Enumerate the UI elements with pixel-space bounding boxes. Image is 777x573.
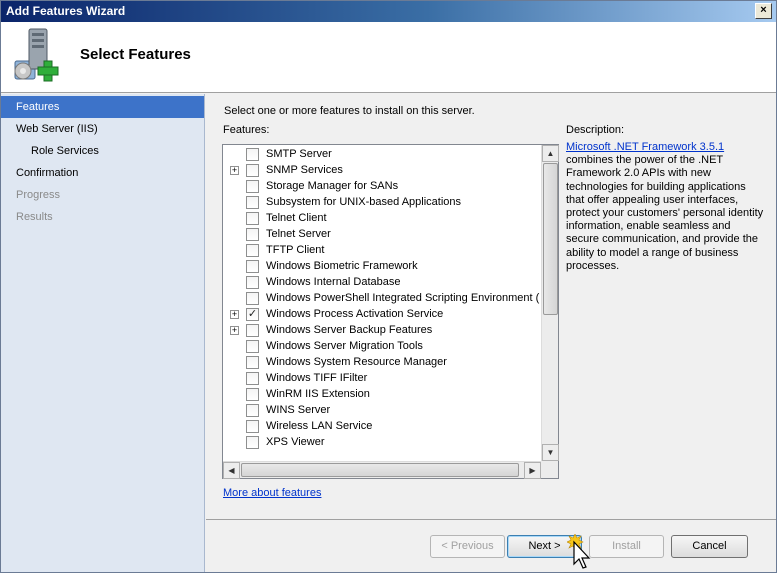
feature-checkbox[interactable]	[246, 436, 259, 449]
feature-checkbox[interactable]	[246, 388, 259, 401]
feature-checkbox[interactable]	[246, 196, 259, 209]
feature-checkbox[interactable]	[246, 356, 259, 369]
feature-label: Windows Server Migration Tools	[266, 340, 423, 352]
feature-label: Storage Manager for SANs	[266, 180, 399, 192]
feature-row[interactable]: Windows TIFF IFilter	[223, 370, 540, 386]
feature-checkbox[interactable]	[246, 260, 259, 273]
feature-label: WINS Server	[266, 404, 331, 416]
feature-row[interactable]: Storage Manager for SANs	[223, 178, 540, 194]
feature-row[interactable]: WinRM IIS Extension	[223, 386, 540, 402]
wizard-footer: < Previous Next > Install Cancel	[206, 519, 776, 572]
previous-button: < Previous	[430, 535, 505, 558]
feature-checkbox[interactable]	[246, 340, 259, 353]
feature-label: Windows Server Backup Features	[266, 324, 433, 336]
server-add-features-icon	[14, 28, 59, 82]
instruction-text: Select one or more features to install o…	[224, 105, 475, 117]
feature-row[interactable]: SMTP Server	[223, 146, 540, 162]
scroll-up-button[interactable]: ▲	[542, 145, 559, 162]
feature-label: Windows PowerShell Integrated Scripting …	[266, 292, 540, 304]
feature-label: Windows Process Activation Service	[266, 308, 444, 320]
feature-checkbox[interactable]: ✓	[246, 308, 259, 321]
features-tree[interactable]: SMTP Server + SNMP Services Storage Manager…	[222, 144, 559, 479]
sidebar-item-features[interactable]: Features	[1, 96, 204, 118]
feature-checkbox[interactable]	[246, 164, 259, 177]
cancel-button[interactable]: Cancel	[671, 535, 748, 558]
feature-checkbox[interactable]	[246, 324, 259, 337]
close-button[interactable]: ×	[755, 3, 772, 19]
page-title: Select Features	[80, 46, 191, 63]
feature-row[interactable]: WINS Server	[223, 402, 540, 418]
wizard-steps-sidebar: Features Web Server (IIS) Role Services …	[1, 94, 205, 572]
feature-label: Windows Biometric Framework	[266, 260, 418, 272]
feature-label: Telnet Client	[266, 212, 327, 224]
feature-label: Wireless LAN Service	[266, 420, 373, 432]
feature-label: Windows Internal Database	[266, 276, 401, 288]
features-list: SMTP Server + SNMP Services Storage Manager…	[223, 145, 540, 460]
feature-row[interactable]: Windows PowerShell Integrated Scripting …	[223, 290, 540, 306]
vertical-scroll-thumb[interactable]	[543, 163, 558, 315]
feature-checkbox[interactable]	[246, 276, 259, 289]
feature-label: Telnet Server	[266, 228, 331, 240]
features-label: Features:	[223, 124, 270, 136]
more-about-features-link[interactable]: More about features	[223, 487, 321, 499]
feature-row[interactable]: TFTP Client	[223, 242, 540, 258]
sidebar-item-role-services[interactable]: Role Services	[1, 140, 204, 162]
description-panel: Microsoft .NET Framework 3.5.1 combines …	[566, 141, 766, 273]
scroll-right-button[interactable]: ▶	[524, 462, 541, 479]
scrollbar-corner	[541, 461, 558, 478]
main-content: Select one or more features to install o…	[206, 94, 776, 519]
feature-row[interactable]: + SNMP Services	[223, 162, 540, 178]
feature-label: TFTP Client	[266, 244, 325, 256]
mouse-cursor-icon	[567, 534, 591, 569]
feature-label: SNMP Services	[266, 164, 343, 176]
feature-checkbox[interactable]	[246, 212, 259, 225]
expand-icon[interactable]: +	[230, 310, 239, 319]
feature-row[interactable]: Wireless LAN Service	[223, 418, 540, 434]
feature-checkbox[interactable]	[246, 244, 259, 257]
feature-row[interactable]: Windows Server Migration Tools	[223, 338, 540, 354]
sidebar-item-results: Results	[16, 211, 53, 223]
feature-label: Windows System Resource Manager	[266, 356, 447, 368]
feature-checkbox[interactable]	[246, 180, 259, 193]
feature-label: Subsystem for UNIX-based Applications	[266, 196, 462, 208]
install-button: Install	[589, 535, 664, 558]
feature-row[interactable]: + Windows Server Backup Features	[223, 322, 540, 338]
wizard-header: Select Features	[1, 22, 776, 93]
feature-row[interactable]: Telnet Client	[223, 210, 540, 226]
feature-row[interactable]: Windows Internal Database	[223, 274, 540, 290]
wizard-window: Add Features Wizard × Select Features Fe…	[0, 0, 777, 573]
feature-checkbox[interactable]	[246, 372, 259, 385]
description-label: Description:	[566, 124, 625, 136]
feature-label: XPS Viewer	[266, 436, 325, 448]
horizontal-scrollbar[interactable]: ◀ ▶	[223, 461, 541, 479]
feature-row[interactable]: Subsystem for UNIX-based Applications	[223, 194, 540, 210]
sidebar-item-confirmation[interactable]: Confirmation	[1, 162, 204, 184]
scroll-down-button[interactable]: ▼	[542, 444, 559, 461]
horizontal-scroll-thumb[interactable]	[241, 463, 519, 477]
feature-checkbox[interactable]	[246, 292, 259, 305]
vertical-scrollbar[interactable]: ▲ ▼	[541, 145, 559, 461]
feature-label: Windows TIFF IFilter	[266, 372, 368, 384]
window-title: Add Features Wizard	[6, 4, 126, 18]
expand-icon[interactable]: +	[230, 326, 239, 335]
feature-checkbox[interactable]	[246, 404, 259, 417]
title-bar: Add Features Wizard ×	[1, 1, 776, 22]
expand-icon[interactable]: +	[230, 166, 239, 175]
description-text: combines the power of the .NET Framework…	[566, 154, 764, 272]
feature-label: WinRM IIS Extension	[266, 388, 370, 400]
feature-checkbox[interactable]	[246, 228, 259, 241]
feature-row[interactable]: Windows System Resource Manager	[223, 354, 540, 370]
feature-row[interactable]: Windows Biometric Framework	[223, 258, 540, 274]
sidebar-item-progress: Progress	[16, 189, 61, 201]
scroll-left-button[interactable]: ◀	[223, 462, 240, 479]
feature-checkbox[interactable]	[246, 420, 259, 433]
feature-row[interactable]: Telnet Server	[223, 226, 540, 242]
sidebar-item-web-server[interactable]: Web Server (IIS)	[1, 118, 204, 140]
description-link[interactable]: Microsoft .NET Framework 3.5.1	[566, 141, 724, 153]
feature-row[interactable]: XPS Viewer	[223, 434, 540, 450]
feature-label: SMTP Server	[266, 148, 332, 160]
feature-row[interactable]: + ✓ Windows Process Activation Service	[223, 306, 540, 322]
feature-checkbox[interactable]	[246, 148, 259, 161]
